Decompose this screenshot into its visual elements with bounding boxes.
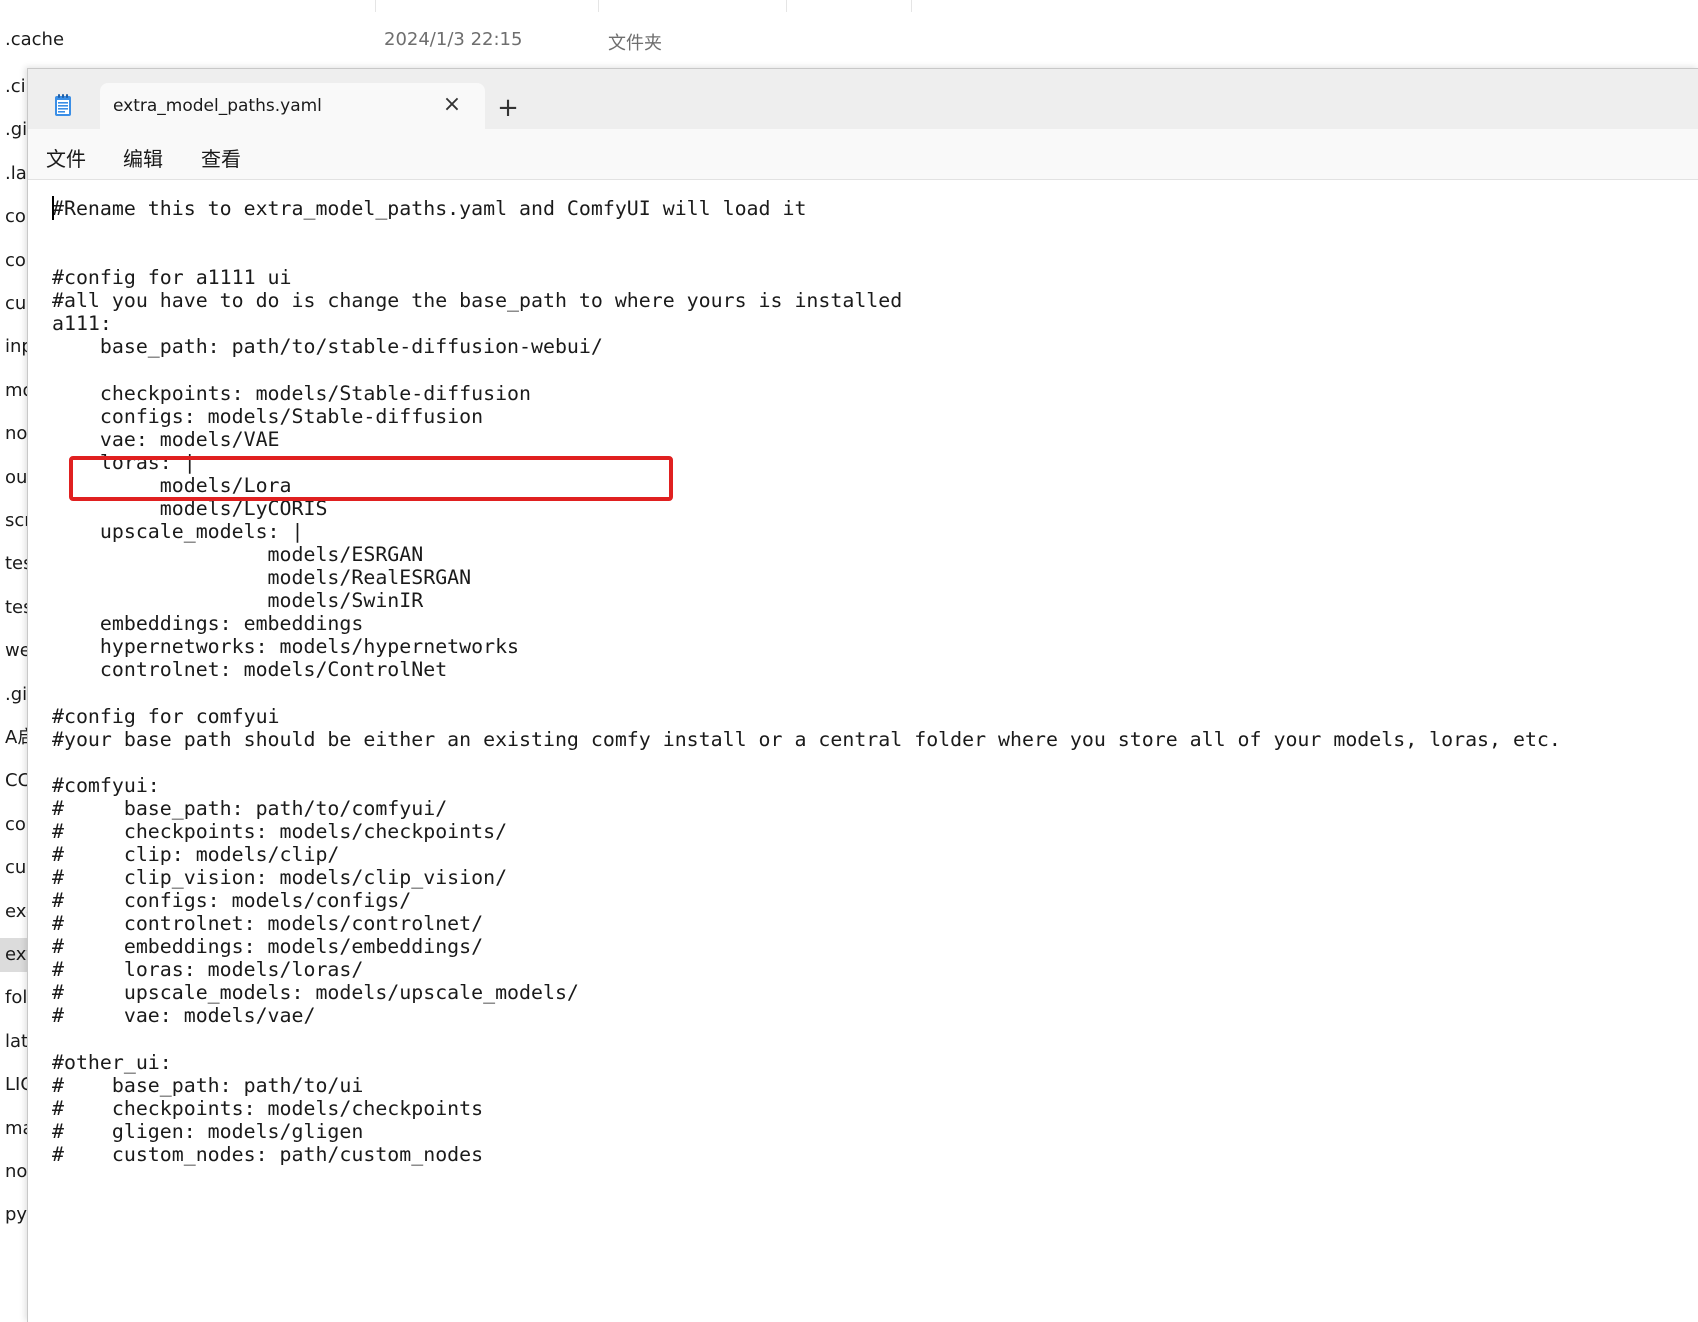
file-list-item[interactable]: A启 bbox=[0, 721, 27, 755]
file-list-item[interactable]: scr bbox=[0, 504, 27, 538]
notepad-icon bbox=[55, 94, 71, 116]
editor-line: configs: models/Stable-diffusion bbox=[52, 404, 484, 428]
file-list-item[interactable]: we bbox=[0, 634, 27, 668]
editor-line: models/ESRGAN bbox=[52, 543, 424, 567]
file-list-item[interactable]: ou bbox=[0, 461, 27, 495]
file-type: 文件夹 bbox=[608, 33, 662, 54]
file-list-item[interactable]: fol bbox=[0, 981, 27, 1015]
menu-view[interactable]: 查看 bbox=[199, 139, 243, 176]
editor-line: checkpoints: models/Stable-diffusion bbox=[52, 381, 532, 405]
text-editor-area[interactable]: #Rename this to extra_model_paths.yaml a… bbox=[28, 180, 1698, 1322]
close-tab-icon[interactable]: × bbox=[440, 93, 464, 117]
file-row-cache[interactable]: .cache 2024/1/3 22:15 文件夹 bbox=[0, 25, 1698, 59]
editor-line: a111: bbox=[52, 312, 112, 336]
editor-line: models/RealESRGAN bbox=[52, 566, 472, 590]
menu-file[interactable]: 文件 bbox=[44, 139, 88, 176]
file-list-item[interactable]: co bbox=[0, 200, 27, 234]
editor-line: #your base path should be either an exis… bbox=[52, 727, 1561, 751]
file-list-item[interactable]: LIC bbox=[0, 1068, 27, 1102]
editor-line: #config for comfyui bbox=[52, 704, 280, 728]
file-list-item[interactable]: cu bbox=[0, 287, 27, 321]
highlight-annotation-box bbox=[69, 456, 673, 501]
file-list-item[interactable]: exe bbox=[0, 895, 27, 929]
editor-line: hypernetworks: models/hypernetworks bbox=[52, 635, 520, 659]
column-divider[interactable] bbox=[911, 0, 912, 12]
editor-line: # checkpoints: models/checkpoints bbox=[52, 1096, 484, 1120]
file-list-item[interactable]: CC bbox=[0, 764, 27, 798]
file-list-item[interactable]: co bbox=[0, 244, 27, 278]
file-list-item[interactable]: ma bbox=[0, 1112, 27, 1146]
file-date: 2024/1/3 22:15 bbox=[384, 29, 523, 50]
file-list-item[interactable]: no bbox=[0, 1155, 27, 1189]
file-list-item[interactable]: lat bbox=[0, 1025, 27, 1059]
file-list-item[interactable]: .gi bbox=[0, 678, 27, 712]
file-name: .cache bbox=[5, 29, 65, 50]
file-list-item[interactable]: py bbox=[0, 1198, 27, 1232]
menu-bar: 文件 编辑 查看 bbox=[28, 129, 1698, 180]
editor-line: vae: models/VAE bbox=[52, 427, 280, 451]
file-list-item[interactable]: inp bbox=[0, 330, 27, 364]
menu-edit[interactable]: 编辑 bbox=[121, 139, 165, 176]
editor-line: base_path: path/to/stable-diffusion-webu… bbox=[52, 335, 603, 359]
tab-bar: extra_model_paths.yaml × + bbox=[28, 69, 1698, 129]
column-divider[interactable] bbox=[375, 0, 376, 12]
file-list-item[interactable]: co bbox=[0, 808, 27, 842]
editor-line: # checkpoints: models/checkpoints/ bbox=[52, 819, 508, 843]
text-caret bbox=[52, 196, 54, 220]
editor-line: # controlnet: models/controlnet/ bbox=[52, 912, 484, 936]
file-list-item[interactable]: no bbox=[0, 417, 27, 451]
editor-line: #all you have to do is change the base_p… bbox=[52, 289, 903, 313]
editor-line: embeddings: embeddings bbox=[52, 612, 364, 636]
file-list-item[interactable]: ext bbox=[0, 938, 27, 972]
editor-line: #Rename this to extra_model_paths.yaml a… bbox=[52, 197, 807, 220]
column-header-strip bbox=[0, 0, 1698, 12]
file-list-item[interactable]: .ci bbox=[0, 70, 27, 104]
editor-line: # configs: models/configs/ bbox=[52, 889, 412, 913]
editor-line: # loras: models/loras/ bbox=[52, 958, 364, 982]
editor-line: controlnet: models/ControlNet bbox=[52, 658, 448, 682]
file-list-item[interactable]: tes bbox=[0, 591, 27, 625]
editor-line: # clip: models/clip/ bbox=[52, 842, 340, 866]
notepad-window: extra_model_paths.yaml × + 文件 编辑 查看 #Ren… bbox=[27, 68, 1698, 1322]
file-list-item[interactable]: cu bbox=[0, 851, 27, 885]
column-divider[interactable] bbox=[786, 0, 787, 12]
tab-title: extra_model_paths.yaml bbox=[113, 96, 322, 116]
new-tab-button[interactable]: + bbox=[493, 93, 523, 123]
editor-line: # clip_vision: models/clip_vision/ bbox=[52, 866, 508, 890]
editor-line: # embeddings: models/embeddings/ bbox=[52, 935, 484, 959]
editor-line: # base_path: path/to/comfyui/ bbox=[52, 796, 448, 820]
file-list-item[interactable]: .gi bbox=[0, 113, 27, 147]
column-divider[interactable] bbox=[598, 0, 599, 12]
editor-line: #comfyui: bbox=[52, 773, 160, 797]
editor-line: #other_ui: bbox=[52, 1050, 172, 1074]
file-list-item[interactable]: .la bbox=[0, 157, 27, 191]
editor-line: #config for a1111 ui bbox=[52, 266, 292, 290]
editor-line: # gligen: models/gligen bbox=[52, 1119, 364, 1143]
editor-line: # custom_nodes: path/custom_nodes bbox=[52, 1142, 484, 1166]
file-list-item[interactable]: tes bbox=[0, 547, 27, 581]
file-list-item[interactable]: mo bbox=[0, 374, 27, 408]
editor-line: # vae: models/vae/ bbox=[52, 1004, 316, 1028]
editor-line: upscale_models: | bbox=[52, 519, 304, 543]
editor-line: # upscale_models: models/upscale_models/ bbox=[52, 981, 579, 1005]
tab-extra-model-paths[interactable]: extra_model_paths.yaml × bbox=[100, 83, 485, 129]
editor-line: models/SwinIR bbox=[52, 589, 424, 613]
editor-line: # base_path: path/to/ui bbox=[52, 1073, 364, 1097]
